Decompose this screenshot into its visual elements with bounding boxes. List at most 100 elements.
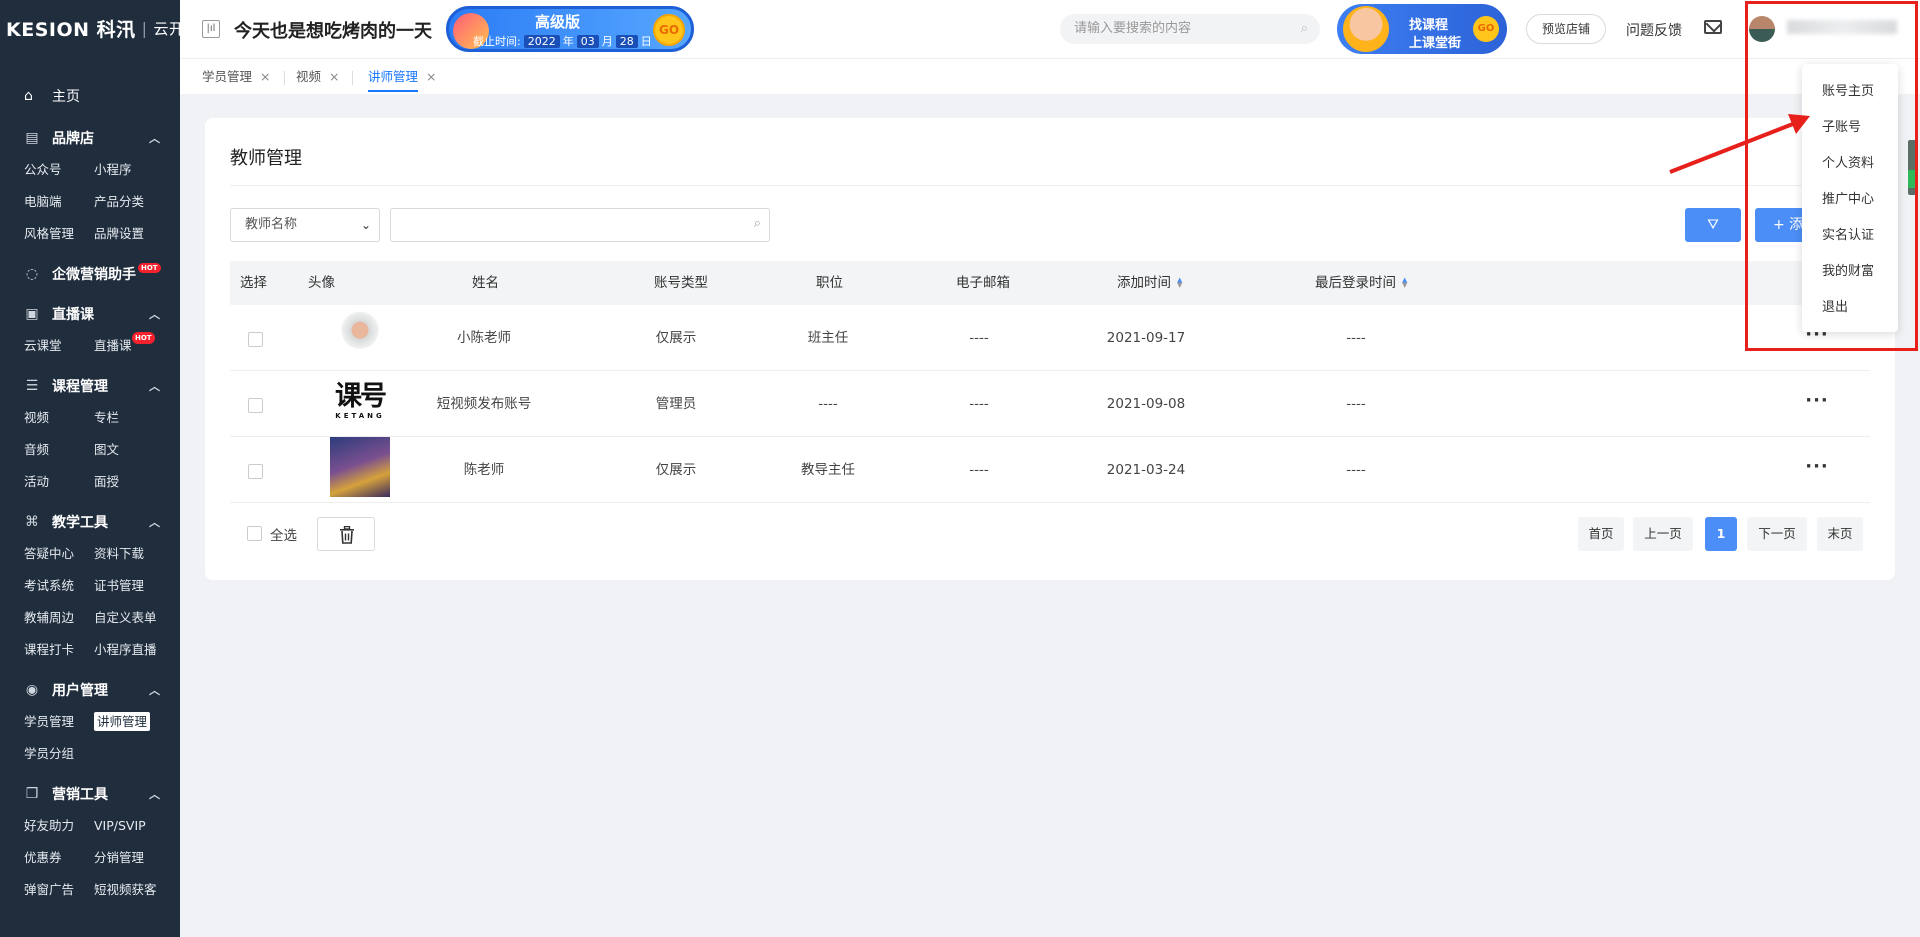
table-header: 选择 头像 姓名 账号类型 职位 电子邮箱 添加时间▲▼ 最后登录时间▲▼ 操作 bbox=[230, 261, 1870, 305]
sidebar-group-marketing[interactable]: ❒ 营销工具 ︿ bbox=[0, 778, 180, 810]
sidebar-item-product-category[interactable]: 产品分类 bbox=[94, 186, 180, 218]
sidebar-item-pc[interactable]: 电脑端 bbox=[24, 186, 94, 218]
sidebar-item-teachers[interactable]: 讲师管理 bbox=[94, 706, 180, 738]
sidebar-item-merch[interactable]: 教辅周边 bbox=[24, 602, 94, 634]
video-camera-icon: ▣ bbox=[25, 306, 39, 322]
advanced-filter-button[interactable]: ⛛ bbox=[1685, 208, 1741, 242]
filter-search-input[interactable]: ⌕ bbox=[390, 208, 770, 242]
feedback-link[interactable]: 问题反馈 bbox=[1626, 20, 1682, 40]
row-checkbox[interactable] bbox=[248, 464, 263, 479]
promo-go-button[interactable]: GO bbox=[1473, 16, 1499, 42]
trash-icon bbox=[340, 526, 354, 544]
sidebar-item-popup-ads[interactable]: 弹窗广告 bbox=[24, 874, 94, 906]
position: 教导主任 bbox=[801, 462, 855, 478]
sidebar-item-column[interactable]: 专栏 bbox=[94, 402, 180, 434]
sidebar-group-teaching-tools[interactable]: ⌘ 教学工具 ︿ bbox=[0, 506, 180, 538]
pagination-prev[interactable]: 上一页 bbox=[1633, 517, 1693, 551]
sidebar-item-coupons[interactable]: 优惠券 bbox=[24, 842, 94, 874]
sidebar-item-qa[interactable]: 答疑中心 bbox=[24, 538, 94, 570]
preview-store-button[interactable]: 预览店铺 bbox=[1526, 14, 1606, 44]
row-checkbox[interactable] bbox=[248, 398, 263, 413]
username-blurred[interactable] bbox=[1787, 20, 1897, 34]
sidebar-group-brand-store[interactable]: ▤ 品牌店 ︿ bbox=[0, 122, 180, 154]
sidebar-item-downloads[interactable]: 资料下载 bbox=[94, 538, 180, 570]
close-icon[interactable]: × bbox=[260, 69, 270, 84]
chat-icon: ◌ bbox=[25, 266, 39, 282]
tab-teachers[interactable]: 讲师管理 × bbox=[368, 59, 437, 95]
nav-group-course: ☰ 课程管理 ︿ 视频 专栏 音频 图文 活动 面授 bbox=[0, 370, 180, 498]
more-actions-icon[interactable]: ··· bbox=[1805, 437, 1829, 503]
sidebar-item-distribution[interactable]: 分销管理 bbox=[94, 842, 180, 874]
sidebar-item-mini-program[interactable]: 小程序 bbox=[94, 154, 180, 186]
delete-button[interactable] bbox=[317, 517, 375, 551]
pagination-last[interactable]: 末页 bbox=[1817, 517, 1863, 551]
sidebar-item-brand-settings[interactable]: 品牌设置 bbox=[94, 218, 180, 250]
sidebar-item-vip[interactable]: VIP/SVIP bbox=[94, 810, 180, 842]
sidebar-group-wecom-marketing[interactable]: ◌ 企微营销助手 HOT bbox=[0, 258, 180, 290]
menu-item-account-home[interactable]: 账号主页 bbox=[1822, 80, 1874, 99]
sidebar-item-video[interactable]: 视频 bbox=[24, 402, 94, 434]
sidebar-item-custom-form[interactable]: 自定义表单 bbox=[94, 602, 180, 634]
sidebar-item-cloud-class[interactable]: 云课堂 bbox=[24, 330, 94, 362]
sidebar-group-users[interactable]: ◉ 用户管理 ︿ bbox=[0, 674, 180, 706]
sidebar-item-students[interactable]: 学员管理 bbox=[24, 706, 94, 738]
sidebar-item-style[interactable]: 风格管理 bbox=[24, 218, 94, 250]
menu-item-profile[interactable]: 个人资料 bbox=[1822, 152, 1874, 171]
select-all-checkbox[interactable] bbox=[247, 526, 262, 541]
plan-expiry: 截止时间: 2022 年 03 月 28 日 bbox=[473, 33, 652, 49]
filter-field-select[interactable]: 教师名称 ⌄ bbox=[230, 208, 380, 242]
tab-video[interactable]: 视频 × bbox=[296, 59, 340, 95]
sort-icon[interactable]: ▲ ▼ bbox=[1177, 277, 1182, 289]
menu-item-promotion-center[interactable]: 推广中心 bbox=[1822, 188, 1874, 207]
last-login: ---- bbox=[1346, 462, 1366, 478]
avatar[interactable] bbox=[1749, 16, 1775, 42]
search-icon[interactable]: ⌕ bbox=[754, 216, 761, 231]
sidebar-item-student-groups[interactable]: 学员分组 bbox=[24, 738, 94, 770]
sidebar-item-offline[interactable]: 面授 bbox=[94, 466, 180, 498]
menu-item-wealth[interactable]: 我的财富 bbox=[1822, 260, 1874, 279]
table-row: 小陈老师 仅展示 班主任 ---- 2021-09-17 ---- ··· bbox=[230, 305, 1870, 371]
sidebar-item-mini-live[interactable]: 小程序直播 bbox=[94, 634, 180, 666]
menu-item-verification[interactable]: 实名认证 bbox=[1822, 224, 1874, 243]
sidebar-item-certificate[interactable]: 证书管理 bbox=[94, 570, 180, 602]
sidebar-item-exam[interactable]: 考试系统 bbox=[24, 570, 94, 602]
top-bar: |ıl 今天也是想吃烤肉的一天 高级版 截止时间: 2022 年 03 月 28 日 GO … bbox=[180, 0, 1920, 58]
sidebar-item-friend-help[interactable]: 好友助力 bbox=[24, 810, 94, 842]
close-icon[interactable]: × bbox=[329, 69, 339, 84]
collapse-sidebar-icon[interactable]: |ıl bbox=[202, 20, 220, 38]
col-last-login[interactable]: 最后登录时间 ▲ ▼ bbox=[1315, 261, 1407, 305]
sort-icon[interactable]: ▲ ▼ bbox=[1402, 277, 1407, 289]
sidebar-item-short-video[interactable]: 短视频获客 bbox=[94, 874, 180, 906]
sidebar-group-course[interactable]: ☰ 课程管理 ︿ bbox=[0, 370, 180, 402]
sidebar-item-home[interactable]: ⌂ 主页 bbox=[0, 78, 180, 114]
group-label: 品牌店 bbox=[52, 131, 94, 147]
brand-logo[interactable]: KESION 科汛 | 云开店 bbox=[0, 0, 180, 56]
sidebar-item-checkin[interactable]: 课程打卡 bbox=[24, 634, 94, 666]
plan-go-button[interactable]: GO bbox=[653, 14, 685, 46]
pagination-next[interactable]: 下一页 bbox=[1747, 517, 1807, 551]
plan-badge[interactable]: 高级版 截止时间: 2022 年 03 月 28 日 GO bbox=[446, 6, 694, 52]
tab-students[interactable]: 学员管理 × bbox=[202, 59, 271, 95]
sidebar-item-audio[interactable]: 音频 bbox=[24, 434, 94, 466]
sidebar-item-label: 主页 bbox=[52, 89, 80, 105]
sidebar-group-live[interactable]: ▣ 直播课 ︿ bbox=[0, 298, 180, 330]
sidebar-item-live-class[interactable]: 直播课 HOT bbox=[94, 330, 180, 362]
pagination-page-current[interactable]: 1 bbox=[1705, 517, 1737, 551]
sidebar-item-article[interactable]: 图文 bbox=[94, 434, 180, 466]
mail-icon[interactable] bbox=[1704, 20, 1722, 34]
search-input[interactable]: 请输入要搜索的内容 ⌕ bbox=[1060, 14, 1320, 44]
menu-item-sub-accounts[interactable]: 子账号 bbox=[1822, 116, 1861, 135]
sidebar-item-official-account[interactable]: 公众号 bbox=[24, 154, 94, 186]
sidebar-item-event[interactable]: 活动 bbox=[24, 466, 94, 498]
pagination-first[interactable]: 首页 bbox=[1578, 517, 1624, 551]
select-all-label[interactable]: 全选 bbox=[270, 524, 297, 544]
expiry-day-unit: 日 bbox=[640, 35, 652, 48]
col-added-time[interactable]: 添加时间 ▲ ▼ bbox=[1117, 261, 1182, 305]
row-checkbox[interactable] bbox=[248, 332, 263, 347]
promo-banner[interactable]: 找课程 上课堂街 GO bbox=[1337, 4, 1507, 54]
more-actions-icon[interactable]: ··· bbox=[1805, 371, 1829, 437]
menu-item-logout[interactable]: 退出 bbox=[1822, 296, 1848, 315]
close-icon[interactable]: × bbox=[426, 69, 436, 84]
last-login: ---- bbox=[1346, 330, 1366, 346]
search-icon[interactable]: ⌕ bbox=[1301, 14, 1308, 44]
